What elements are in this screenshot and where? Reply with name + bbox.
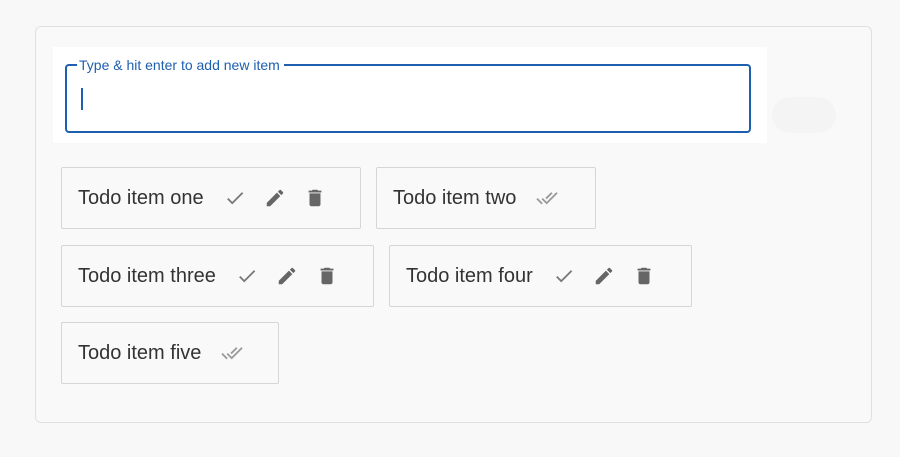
pencil-icon[interactable] [276, 265, 298, 287]
todo-item-completed: Todo item two [376, 167, 596, 229]
todo-item: Todo item four [389, 245, 692, 307]
trash-icon[interactable] [304, 187, 326, 209]
todo-item-label: Todo item two [393, 186, 517, 209]
check-icon[interactable] [224, 187, 246, 209]
todo-item: Todo item three [61, 245, 374, 307]
todo-actions [236, 265, 356, 287]
todo-actions [221, 342, 261, 364]
new-item-input-label: Type & hit enter to add new item [77, 56, 284, 74]
pencil-icon[interactable] [593, 265, 615, 287]
text-caret [81, 88, 83, 110]
ghost-button [772, 97, 836, 133]
trash-icon[interactable] [316, 265, 338, 287]
todo-item-label: Todo item three [78, 264, 216, 287]
todo-item-label: Todo item four [406, 264, 533, 287]
new-item-input-area: Type & hit enter to add new item [53, 47, 767, 143]
todo-actions [536, 187, 576, 209]
todo-actions [224, 187, 344, 209]
todo-item: Todo item one [61, 167, 361, 229]
todo-actions [553, 265, 673, 287]
todo-item-completed: Todo item five [61, 322, 279, 384]
todo-item-label: Todo item one [78, 186, 204, 209]
new-item-input[interactable]: Type & hit enter to add new item [65, 56, 751, 133]
double-check-icon[interactable] [221, 342, 244, 364]
double-check-icon[interactable] [536, 187, 559, 209]
todo-item-label: Todo item five [78, 341, 202, 364]
check-icon[interactable] [553, 265, 575, 287]
check-icon[interactable] [236, 265, 258, 287]
pencil-icon[interactable] [264, 187, 286, 209]
trash-icon[interactable] [633, 265, 655, 287]
